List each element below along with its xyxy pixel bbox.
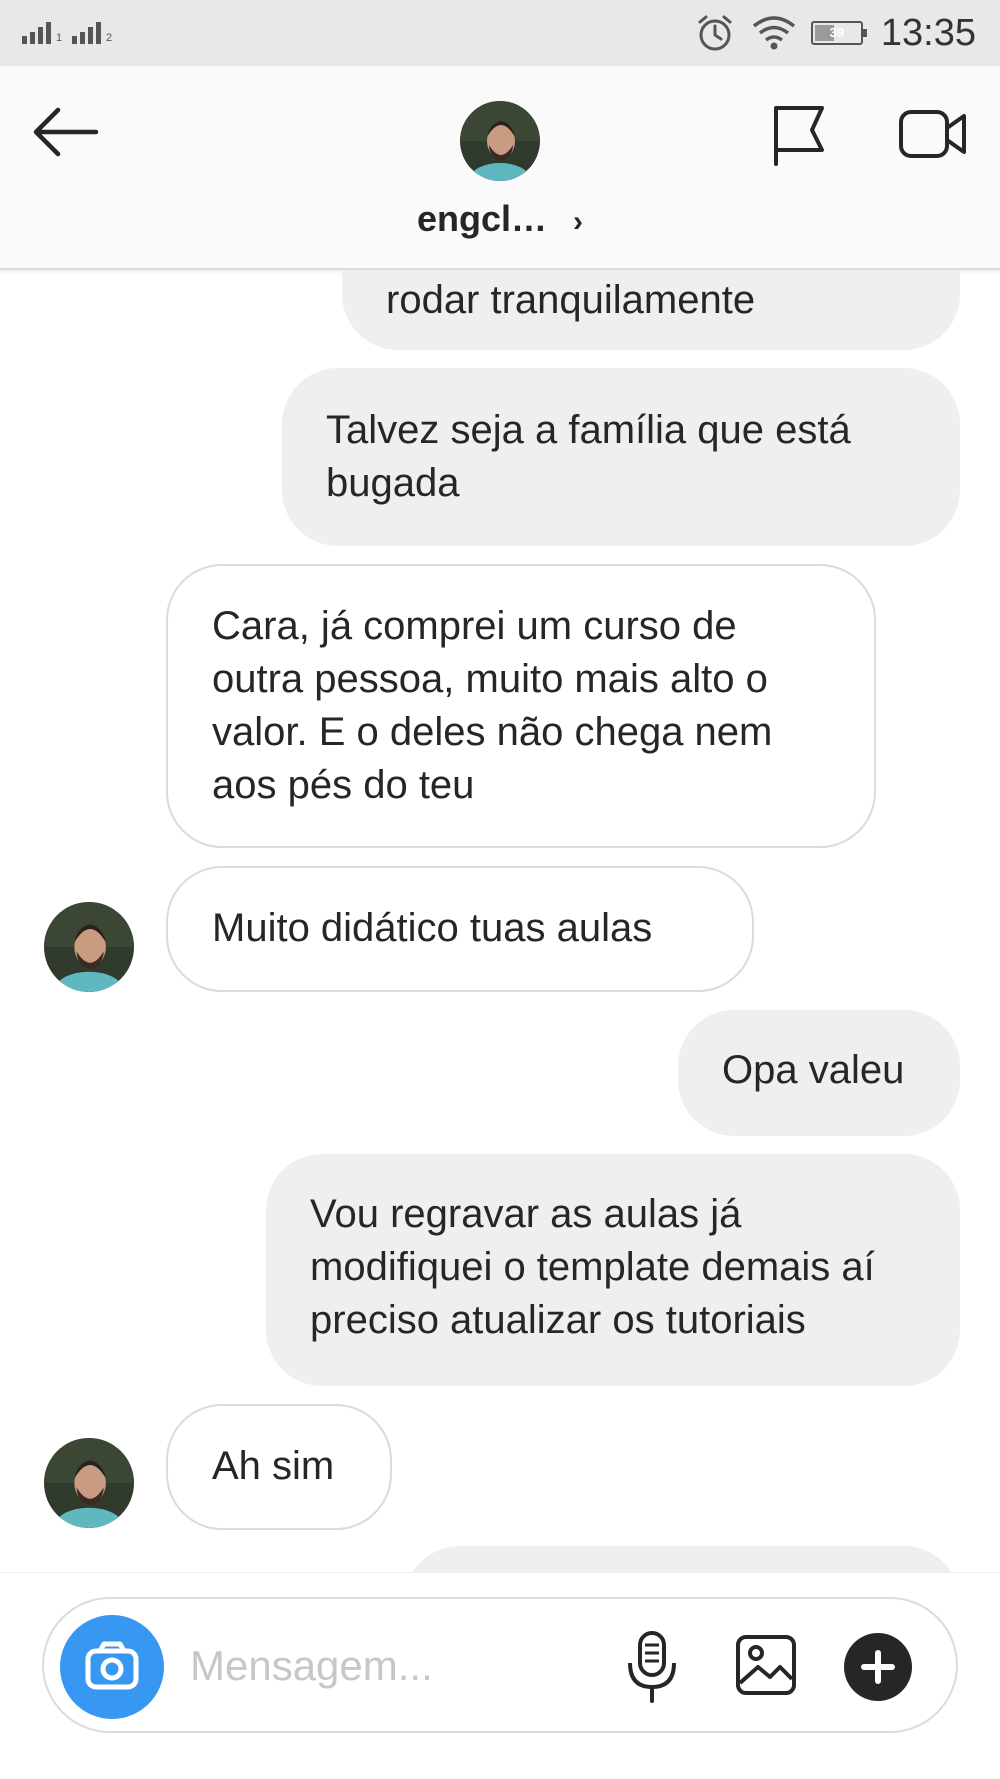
image-icon[interactable] xyxy=(734,1633,798,1697)
back-arrow-icon[interactable] xyxy=(30,104,102,160)
message-text: Vou regravar as aulas já modifiquei o te… xyxy=(310,1192,875,1342)
avatar[interactable] xyxy=(460,101,540,181)
camera-icon xyxy=(85,1641,139,1690)
message-bubble-incoming: Muito didático tuas aulas xyxy=(166,866,754,992)
composer-area xyxy=(0,1572,1000,1779)
status-time: 13:35 xyxy=(880,11,976,54)
flag-icon[interactable] xyxy=(768,102,830,168)
message-input[interactable] xyxy=(188,1629,612,1703)
username-label: engcl… xyxy=(416,198,548,239)
conversation-username[interactable]: engcl… › xyxy=(0,198,1000,240)
chevron-right-icon: › xyxy=(573,205,584,238)
message-bubble-outgoing: Talvez seja a família que está bugada xyxy=(282,368,960,546)
video-call-icon[interactable] xyxy=(898,106,968,162)
battery-icon: 39 xyxy=(810,21,867,45)
message-text: Opa valeu xyxy=(722,1048,905,1092)
message-bubble-outgoing-partial xyxy=(404,1546,960,1572)
message-bubble-outgoing: Vou regravar as aulas já modifiquei o te… xyxy=(266,1154,960,1386)
message-composer xyxy=(42,1597,958,1733)
camera-button[interactable] xyxy=(60,1615,164,1719)
alarm-icon xyxy=(698,15,732,51)
message-text: Muito didático tuas aulas xyxy=(212,906,653,950)
battery-level: 39 xyxy=(829,25,845,40)
message-thread[interactable]: rodar tranquilamente Talvez seja a famíl… xyxy=(0,270,1000,1572)
message-text: Ah sim xyxy=(212,1444,335,1488)
message-text: rodar tranquilamente xyxy=(386,278,756,322)
message-bubble-outgoing: rodar tranquilamente xyxy=(342,270,960,350)
message-bubble-incoming: Cara, já comprei um curso de outra pesso… xyxy=(166,564,876,848)
sim1-label: 1 xyxy=(56,32,63,44)
message-bubble-incoming: Ah sim xyxy=(166,1404,392,1530)
avatar[interactable] xyxy=(44,902,134,992)
message-text: Cara, já comprei um curso de outra pesso… xyxy=(212,604,773,807)
plus-icon xyxy=(861,1650,895,1684)
avatar[interactable] xyxy=(44,1438,134,1528)
conversation-header: engcl… › xyxy=(0,66,1000,270)
wifi-icon xyxy=(752,16,795,50)
plus-button[interactable] xyxy=(844,1633,912,1701)
message-bubble-outgoing: Opa valeu xyxy=(678,1010,960,1136)
message-text: Talvez seja a família que está bugada xyxy=(326,408,851,505)
sim2-label: 2 xyxy=(106,32,113,44)
status-bar: 1 2 39 13:35 xyxy=(0,0,1000,66)
microphone-icon[interactable] xyxy=(624,1629,680,1705)
